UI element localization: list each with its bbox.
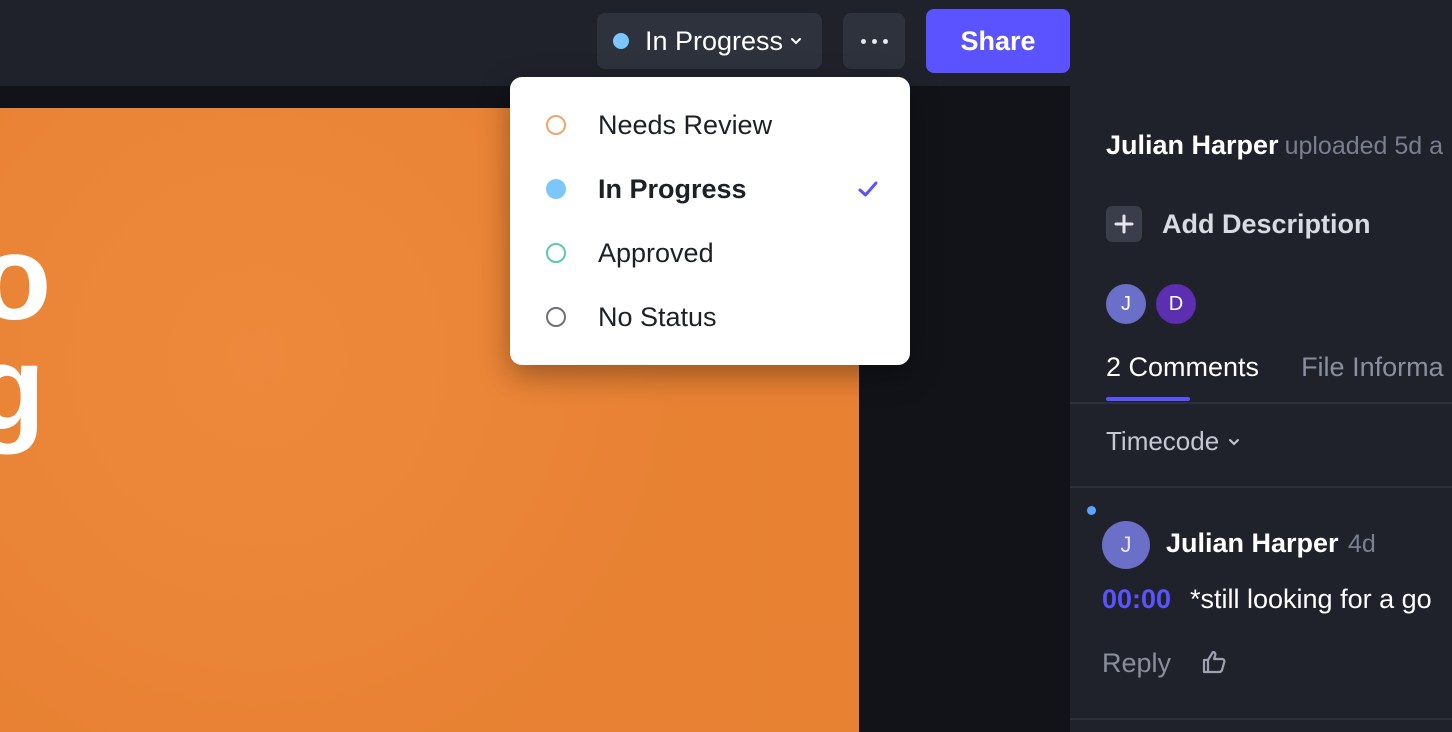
status-option-needs-review[interactable]: Needs Review [510, 93, 910, 157]
status-option-label: Approved [598, 237, 714, 268]
panel-tabs: 2 Comments File Informa [1106, 352, 1452, 401]
preview-glyph-o: o [0, 211, 52, 345]
sort-dropdown[interactable]: Timecode [1106, 426, 1241, 457]
preview-glyph-g: g [0, 321, 46, 455]
status-circle-icon [546, 115, 566, 135]
comment-item[interactable]: J Julian Harper 4d 00:00 *still looking … [1070, 488, 1452, 718]
more-options-button[interactable] [843, 13, 905, 69]
avatar[interactable]: D [1156, 284, 1196, 324]
status-menu: Needs Review In Progress Approved No Sta… [510, 77, 910, 365]
sort-label: Timecode [1106, 426, 1220, 456]
avatar[interactable]: J [1102, 521, 1150, 569]
thumbs-up-icon[interactable] [1200, 648, 1228, 676]
plus-icon [1106, 206, 1142, 242]
status-option-label: In Progress [598, 173, 747, 204]
details-panel: Julian Harper uploaded 5d a Add Descripti… [1070, 86, 1452, 732]
ellipsis-icon [871, 38, 877, 44]
upload-meta: uploaded 5d a [1284, 132, 1444, 160]
ellipsis-icon [882, 38, 888, 44]
status-option-label: No Status [598, 301, 717, 332]
status-option-approved[interactable]: Approved [510, 221, 910, 285]
comment-author[interactable]: Julian Harper [1166, 528, 1339, 559]
ellipsis-icon [860, 38, 866, 44]
collaborator-avatars: J D [1106, 284, 1196, 324]
status-option-in-progress[interactable]: In Progress [510, 157, 910, 221]
unread-indicator-icon [1087, 506, 1096, 515]
status-option-no-status[interactable]: No Status [510, 285, 910, 349]
share-button[interactable]: Share [926, 9, 1070, 73]
checkmark-icon [858, 181, 878, 197]
tab-file-information[interactable]: File Informa [1301, 352, 1444, 401]
status-circle-icon [546, 307, 566, 327]
comment-timecode[interactable]: 00:00 [1102, 584, 1171, 615]
status-circle-icon [546, 179, 566, 199]
tab-comments[interactable]: 2 Comments [1106, 352, 1259, 401]
status-circle-icon [546, 243, 566, 263]
divider [1070, 402, 1452, 404]
comment-time: 4d [1348, 530, 1376, 558]
status-option-label: Needs Review [598, 109, 773, 140]
comment-text: *still looking for a go [1190, 584, 1432, 614]
add-description-button[interactable]: Add Description [1106, 206, 1371, 242]
add-description-label: Add Description [1162, 208, 1371, 239]
divider [1070, 718, 1452, 720]
chevron-down-icon [791, 38, 802, 45]
status-label: In Progress [645, 25, 784, 56]
status-dot-icon [613, 33, 629, 49]
reply-button[interactable]: Reply [1102, 648, 1171, 679]
top-bar: In Progress Share [0, 0, 1452, 86]
chevron-down-icon [1229, 438, 1240, 445]
avatar[interactable]: J [1106, 284, 1146, 324]
uploader-info: Julian Harper uploaded 5d a [1106, 130, 1443, 161]
uploader-name[interactable]: Julian Harper [1106, 130, 1279, 160]
status-dropdown-button[interactable]: In Progress [597, 13, 822, 69]
